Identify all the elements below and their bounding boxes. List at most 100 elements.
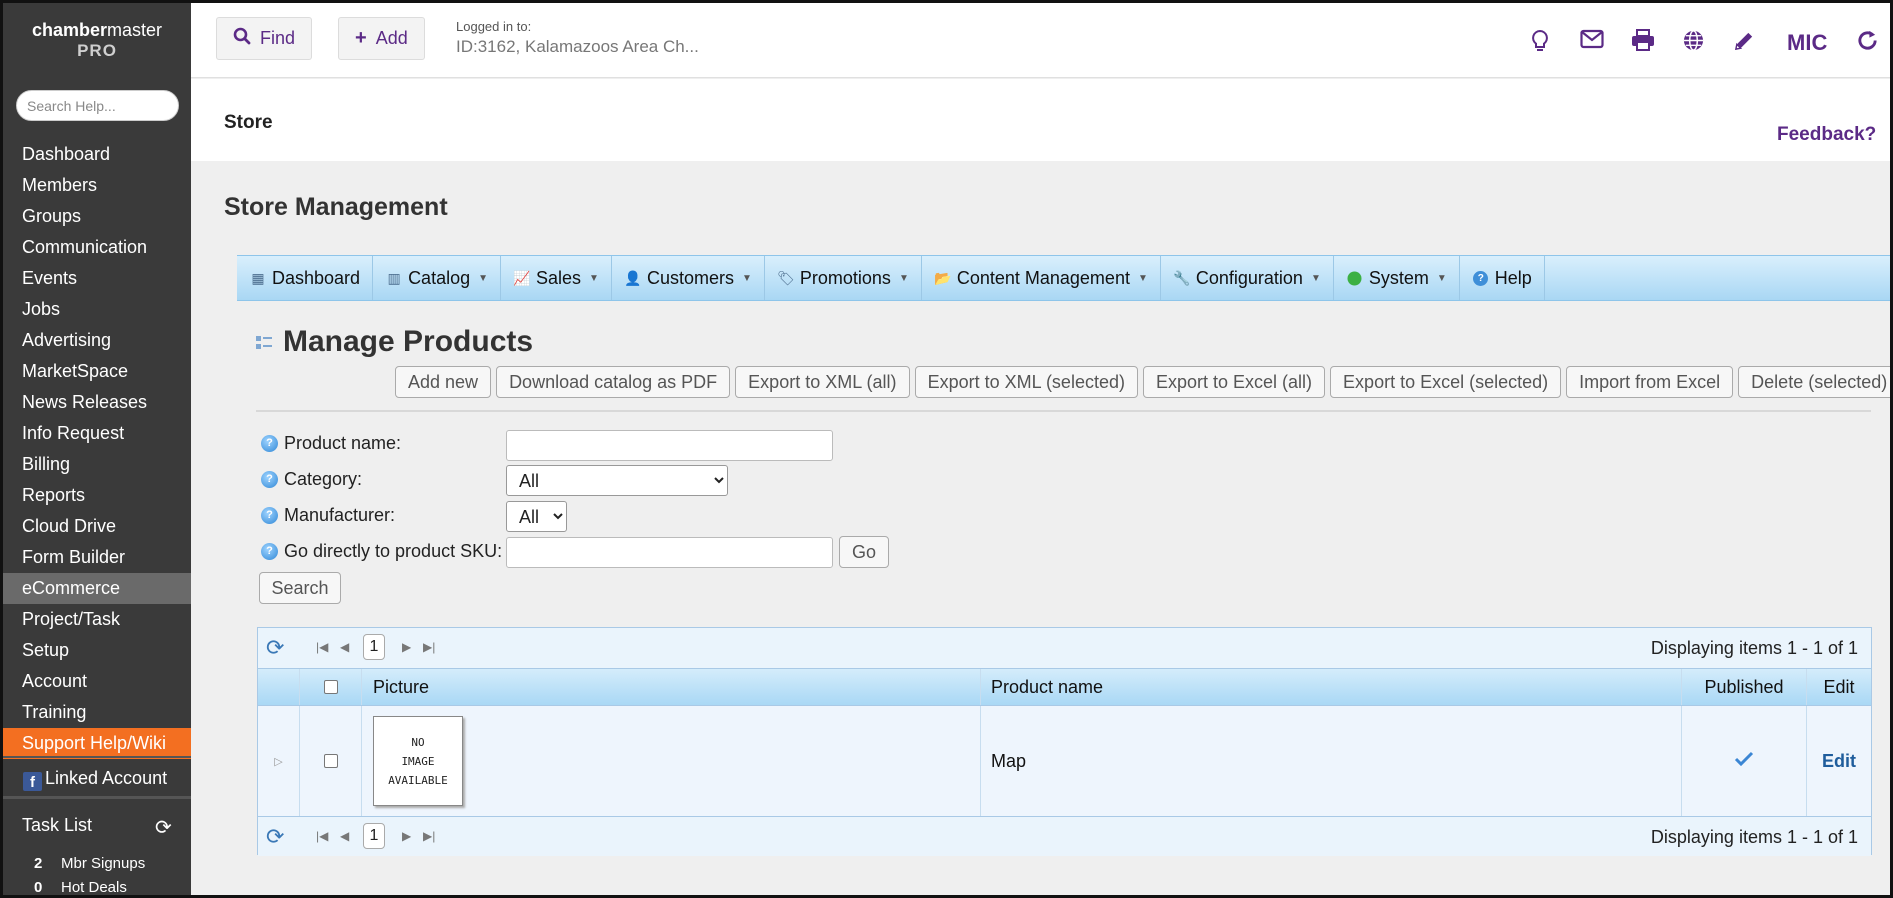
- sidebar-item-project-task[interactable]: Project/Task: [3, 604, 191, 635]
- menu-label: Customers: [646, 267, 734, 288]
- export-to-xml-all-button[interactable]: Export to XML (all): [735, 366, 910, 398]
- delete-selected-button[interactable]: Delete (selected): [1738, 366, 1890, 398]
- first-page-icon[interactable]: |◀: [316, 640, 328, 654]
- sidebar-item-billing[interactable]: Billing: [3, 449, 191, 480]
- select-all-checkbox[interactable]: [323, 680, 338, 694]
- expand-row-icon[interactable]: ▷: [258, 706, 300, 816]
- help-search-input[interactable]: [16, 90, 179, 121]
- export-to-excel-selected-button[interactable]: Export to Excel (selected): [1330, 366, 1562, 398]
- task-list-refresh-icon[interactable]: ⟳: [155, 815, 172, 840]
- content-icon: 📂: [934, 269, 952, 286]
- sidebar-item-members[interactable]: Members: [3, 170, 191, 201]
- col-header-published[interactable]: Published: [1682, 669, 1807, 705]
- sidebar-item-cloud-drive[interactable]: Cloud Drive: [3, 511, 191, 542]
- print-icon[interactable]: [1631, 29, 1655, 57]
- label-text: Category:: [284, 469, 363, 489]
- help-icon[interactable]: ?: [261, 507, 278, 524]
- last-page-icon[interactable]: ▶|: [423, 829, 435, 843]
- sidebar-item-info-request[interactable]: Info Request: [3, 418, 191, 449]
- sidebar-item-account[interactable]: Account: [3, 666, 191, 697]
- no-image-text: NO: [411, 735, 425, 749]
- refresh-icon[interactable]: [1856, 29, 1879, 58]
- chevron-down-icon: ▼: [898, 272, 909, 284]
- menu-system[interactable]: System ▼: [1334, 256, 1460, 300]
- help-icon[interactable]: ?: [261, 435, 278, 452]
- sidebar-item-communication[interactable]: Communication: [3, 232, 191, 263]
- menu-label: Help: [1494, 267, 1532, 288]
- task-count: 2: [34, 855, 43, 872]
- logged-in-value: ID:3162, Kalamazoos Area Ch...: [456, 37, 699, 56]
- product-name-input[interactable]: [506, 430, 833, 461]
- sidebar-item-dashboard[interactable]: Dashboard: [3, 139, 191, 170]
- logged-in-label: Logged in to:: [456, 19, 532, 34]
- globe-icon[interactable]: [1682, 29, 1705, 58]
- grid-refresh-icon[interactable]: ⟳: [266, 824, 284, 850]
- sidebar-item-jobs[interactable]: Jobs: [3, 294, 191, 325]
- sidebar-item-news-releases[interactable]: News Releases: [3, 387, 191, 418]
- mail-icon[interactable]: [1580, 29, 1604, 55]
- chevron-down-icon: ▼: [478, 272, 489, 284]
- sidebar-item-training[interactable]: Training: [3, 697, 191, 728]
- col-header-picture[interactable]: Picture: [362, 669, 981, 705]
- menu-dashboard[interactable]: ▦ Dashboard: [237, 256, 374, 300]
- first-page-icon[interactable]: |◀: [316, 829, 328, 843]
- page-number-input[interactable]: 1: [363, 634, 385, 660]
- page-number-input[interactable]: 1: [363, 823, 385, 849]
- manufacturer-select[interactable]: All: [506, 501, 567, 532]
- sidebar-item-form-builder[interactable]: Form Builder: [3, 542, 191, 573]
- menu-configuration[interactable]: 🔧 Configuration ▼: [1161, 256, 1334, 300]
- go-button[interactable]: Go: [839, 536, 889, 568]
- last-page-icon[interactable]: ▶|: [423, 640, 435, 654]
- logo[interactable]: chambermaster PRO: [3, 21, 191, 59]
- grid-header: Picture Product name Published Edit: [258, 668, 1871, 706]
- lightbulb-icon[interactable]: [1531, 29, 1549, 59]
- search-button[interactable]: Search: [259, 572, 341, 604]
- sidebar-nav: Dashboard Members Groups Communication Event…: [3, 139, 191, 759]
- help-icon[interactable]: ?: [261, 471, 278, 488]
- feedback-link[interactable]: Feedback?: [1777, 124, 1876, 146]
- col-header-product-name[interactable]: Product name: [981, 669, 1682, 705]
- select-all-col: [300, 669, 362, 705]
- sidebar-item-reports[interactable]: Reports: [3, 480, 191, 511]
- sidebar-item-advertising[interactable]: Advertising: [3, 325, 191, 356]
- sidebar-item-events[interactable]: Events: [3, 263, 191, 294]
- sku-input[interactable]: [506, 537, 833, 568]
- next-page-icon[interactable]: ▶: [402, 829, 411, 843]
- import-from-excel-button[interactable]: Import from Excel: [1566, 366, 1734, 398]
- prev-page-icon[interactable]: ◀: [340, 829, 349, 843]
- menu-help[interactable]: ? Help: [1460, 256, 1545, 300]
- menu-content-management[interactable]: 📂 Content Management ▼: [922, 256, 1161, 300]
- task-list-title: Task List: [22, 815, 93, 835]
- menu-promotions[interactable]: 🏷 Promotions ▼: [765, 256, 922, 300]
- category-select[interactable]: All: [506, 465, 728, 496]
- help-icon[interactable]: ?: [261, 543, 278, 560]
- row-checkbox[interactable]: [323, 754, 338, 768]
- label-text: Manufacturer:: [284, 505, 396, 525]
- add-new-button[interactable]: Add new: [395, 366, 492, 398]
- sidebar-item-groups[interactable]: Groups: [3, 201, 191, 232]
- prev-page-icon[interactable]: ◀: [340, 640, 349, 654]
- next-page-icon[interactable]: ▶: [402, 640, 411, 654]
- sidebar-item-ecommerce[interactable]: eCommerce: [3, 573, 191, 604]
- export-to-excel-all-button[interactable]: Export to Excel (all): [1142, 366, 1326, 398]
- product-name-label: ? Product name:: [261, 433, 401, 454]
- sidebar-item-setup[interactable]: Setup: [3, 635, 191, 666]
- add-button[interactable]: + Add: [338, 17, 425, 60]
- menu-catalog[interactable]: ▥ Catalog ▼: [373, 256, 502, 300]
- export-to-xml-selected-button[interactable]: Export to XML (selected): [914, 366, 1138, 398]
- download-catalog-as-pdf-button[interactable]: Download catalog as PDF: [496, 366, 731, 398]
- sidebar-item-marketspace[interactable]: MarketSpace: [3, 356, 191, 387]
- find-button[interactable]: Find: [216, 17, 313, 60]
- no-image-placeholder[interactable]: NO IMAGE AVAILABLE: [373, 716, 463, 806]
- user-initials[interactable]: MIC: [1787, 30, 1827, 56]
- menu-customers[interactable]: 👤 Customers ▼: [612, 256, 765, 300]
- dashboard-icon: ▦: [251, 269, 265, 286]
- menu-sales[interactable]: 📈 Sales ▼: [501, 256, 612, 300]
- linked-account-link[interactable]: f Linked Account: [3, 760, 191, 796]
- pencil-icon[interactable]: [1733, 29, 1756, 58]
- edit-link[interactable]: Edit: [1807, 706, 1871, 816]
- help-icon: ?: [1472, 269, 1490, 287]
- sidebar-item-support-help-wiki[interactable]: Support Help/Wiki: [3, 728, 191, 759]
- grid-refresh-icon[interactable]: ⟳: [266, 635, 284, 661]
- store-menu-bar: ▦ Dashboard ▥ Catalog ▼ 📈 Sales ▼ 👤 Customers ▼ 🏷 Pr…: [237, 255, 1890, 301]
